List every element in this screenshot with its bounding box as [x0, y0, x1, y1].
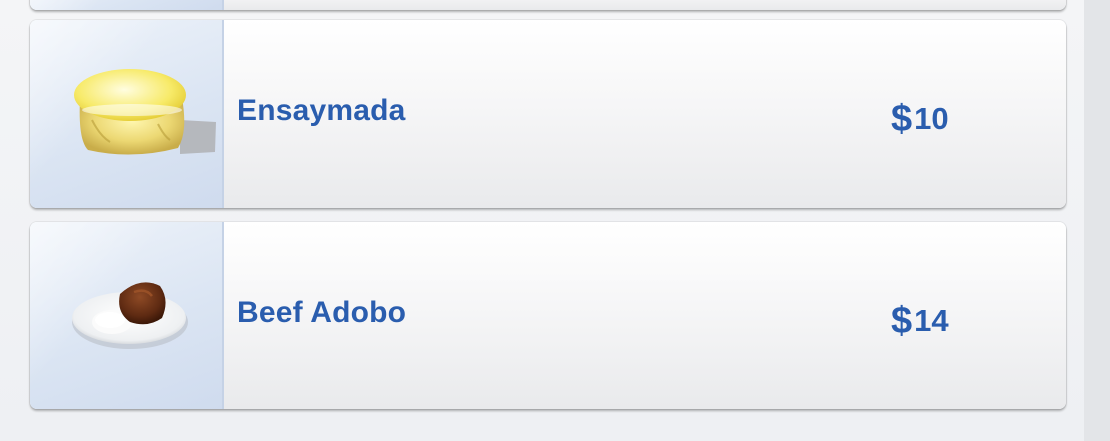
food-price-value: 14 [914, 303, 949, 338]
beef-adobo-food-icon [72, 282, 188, 349]
food-list-item-partial[interactable] [30, 0, 1066, 10]
scrollbar-track[interactable] [1084, 0, 1110, 441]
food-thumbnail [30, 222, 224, 409]
food-price: $14 [891, 298, 949, 342]
food-thumbnail-partial [30, 0, 224, 10]
food-name: Ensaymada [237, 94, 406, 127]
food-list-item[interactable]: Beef Adobo $14 [30, 222, 1066, 409]
ensaymada-food-icon [74, 69, 216, 155]
food-list-item[interactable]: Ensaymada $10 [30, 20, 1066, 208]
food-price: $10 [891, 96, 949, 140]
food-name: Beef Adobo [237, 296, 407, 329]
food-price-value: 10 [914, 101, 949, 136]
food-list: Ensaymada $10 Beef Adobo $14 [0, 0, 1084, 441]
food-menu-panel: Ensaymada $10 Beef Adobo $14 [0, 0, 1110, 441]
simoleon-currency-icon: $ [891, 98, 913, 140]
food-thumbnail [30, 20, 224, 208]
simoleon-currency-icon: $ [891, 300, 913, 342]
